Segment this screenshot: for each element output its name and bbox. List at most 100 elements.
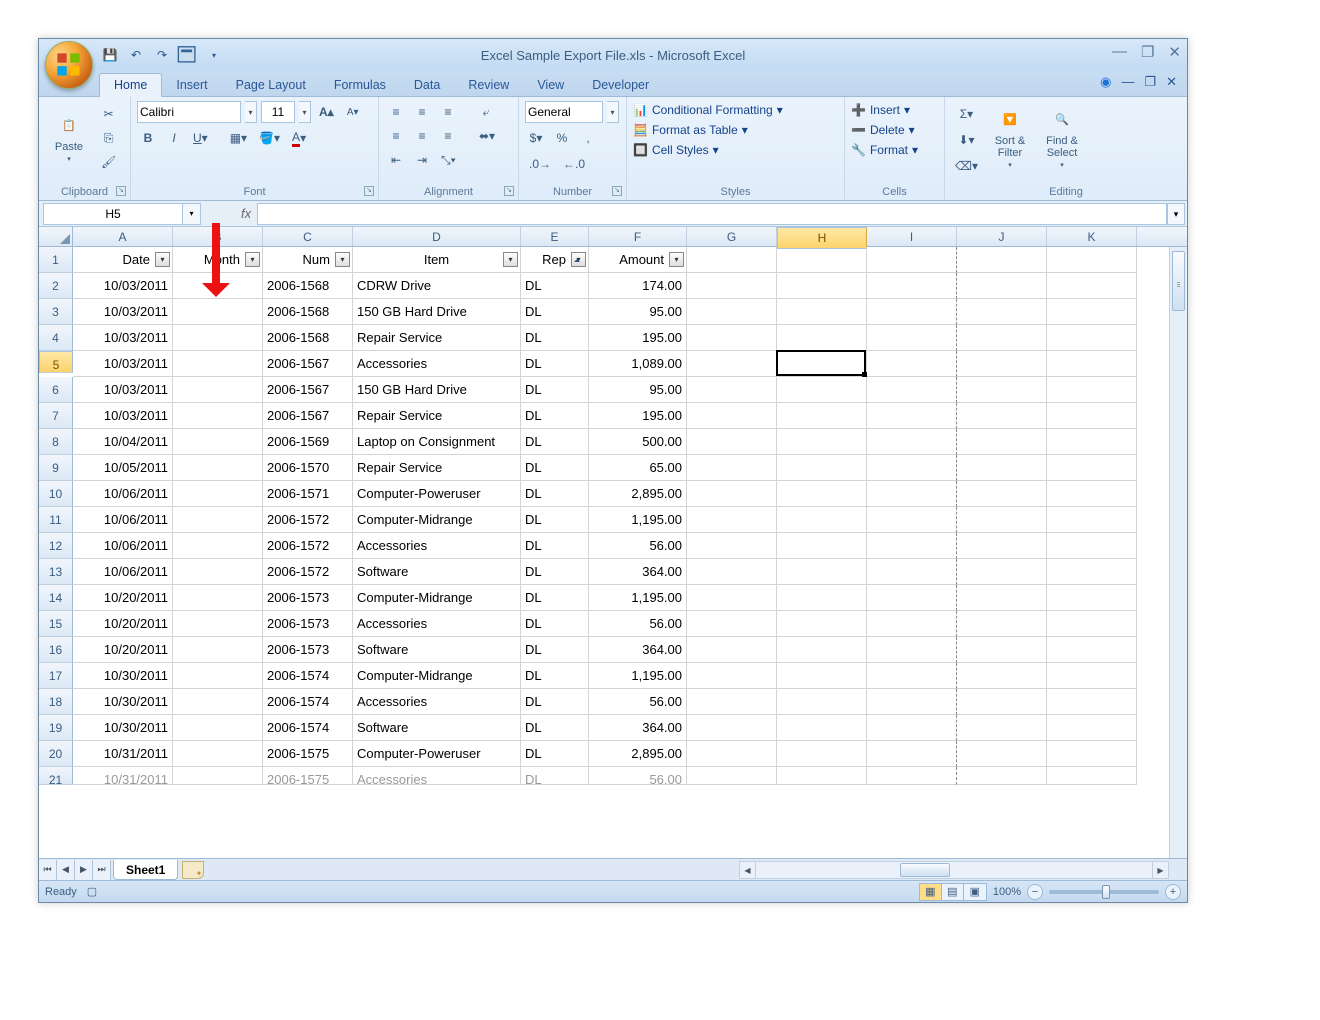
sort-filter-button[interactable]: 🔽 Sort & Filter▾ <box>986 101 1034 173</box>
column-header-G[interactable]: G <box>687 227 777 246</box>
column-header-J[interactable]: J <box>957 227 1047 246</box>
cell[interactable]: Computer-Poweruser <box>353 741 521 767</box>
column-header-D[interactable]: D <box>353 227 521 246</box>
font-name-combo[interactable] <box>137 101 241 123</box>
merge-center-icon[interactable]: ⬌▾ <box>475 125 499 147</box>
cell[interactable]: 10/03/2011 <box>73 299 173 325</box>
filter-button[interactable]: ▾ <box>503 252 518 267</box>
filter-button[interactable]: ▾ <box>571 252 586 267</box>
cell[interactable]: 2006-1568 <box>263 299 353 325</box>
cell[interactable] <box>1047 377 1137 403</box>
cell[interactable] <box>173 351 263 377</box>
cell[interactable] <box>687 767 777 785</box>
cell[interactable] <box>173 585 263 611</box>
cell[interactable] <box>867 689 957 715</box>
cell[interactable]: DL <box>521 741 589 767</box>
cell[interactable]: Accessories <box>353 611 521 637</box>
cell[interactable]: 2006-1575 <box>263 741 353 767</box>
filter-button[interactable]: ▾ <box>335 252 350 267</box>
clear-icon[interactable]: ⌫▾ <box>951 155 982 177</box>
column-header-A[interactable]: A <box>73 227 173 246</box>
cell[interactable]: 10/20/2011 <box>73 611 173 637</box>
ribbon-tab-view[interactable]: View <box>523 74 578 96</box>
row-header[interactable]: 9 <box>39 455 73 481</box>
cell[interactable] <box>957 403 1047 429</box>
table-header-month[interactable]: Month▾ <box>173 247 263 273</box>
cell[interactable]: 10/30/2011 <box>73 663 173 689</box>
autosum-icon[interactable]: Σ▾ <box>951 103 982 125</box>
cell[interactable] <box>867 299 957 325</box>
cell[interactable]: DL <box>521 689 589 715</box>
grow-font-icon[interactable]: A▴ <box>315 101 338 123</box>
cell[interactable]: 10/03/2011 <box>73 351 173 377</box>
row-header[interactable]: 15 <box>39 611 73 637</box>
row-header[interactable]: 3 <box>39 299 73 325</box>
cell[interactable]: 10/30/2011 <box>73 689 173 715</box>
cell[interactable] <box>173 689 263 715</box>
cell[interactable]: 364.00 <box>589 637 687 663</box>
cell[interactable] <box>867 377 957 403</box>
cell[interactable]: 364.00 <box>589 715 687 741</box>
cell[interactable] <box>777 507 867 533</box>
cell[interactable] <box>777 351 867 377</box>
filter-button[interactable]: ▾ <box>155 252 170 267</box>
cell[interactable]: 364.00 <box>589 559 687 585</box>
cell[interactable] <box>867 611 957 637</box>
cell[interactable] <box>777 663 867 689</box>
cell[interactable] <box>687 481 777 507</box>
cell[interactable]: 95.00 <box>589 377 687 403</box>
cell[interactable] <box>957 637 1047 663</box>
cell[interactable] <box>1047 585 1137 611</box>
cell[interactable]: DL <box>521 351 589 377</box>
row-header[interactable]: 13 <box>39 559 73 585</box>
help-icon[interactable]: ◉ <box>1100 74 1111 90</box>
row-header[interactable]: 16 <box>39 637 73 663</box>
cell[interactable] <box>957 715 1047 741</box>
cell[interactable] <box>687 455 777 481</box>
cell[interactable]: DL <box>521 585 589 611</box>
cell[interactable] <box>1047 325 1137 351</box>
cell[interactable]: 1,195.00 <box>589 507 687 533</box>
cell[interactable]: 2006-1572 <box>263 533 353 559</box>
cell[interactable] <box>957 663 1047 689</box>
cell[interactable] <box>687 637 777 663</box>
borders-icon[interactable]: ▦▾ <box>226 127 251 149</box>
row-header[interactable]: 17 <box>39 663 73 689</box>
ribbon-tab-insert[interactable]: Insert <box>162 74 221 96</box>
row-header[interactable]: 6 <box>39 377 73 403</box>
cell[interactable]: Computer-Poweruser <box>353 481 521 507</box>
cell[interactable] <box>173 377 263 403</box>
cell[interactable]: DL <box>521 299 589 325</box>
number-format-combo[interactable] <box>525 101 603 123</box>
view-normal-icon[interactable]: ▦ <box>920 884 942 900</box>
cell[interactable] <box>173 429 263 455</box>
cell[interactable] <box>867 507 957 533</box>
cut-icon[interactable]: ✂ <box>97 103 120 125</box>
cell[interactable]: 2006-1570 <box>263 455 353 481</box>
hscroll-right-icon[interactable]: ▶ <box>1152 862 1168 878</box>
row-header[interactable]: 8 <box>39 429 73 455</box>
column-header-H[interactable]: H <box>777 227 867 249</box>
wrap-text-icon[interactable]: ⤶ <box>475 101 497 123</box>
cell[interactable]: DL <box>521 637 589 663</box>
save-icon[interactable]: 💾 <box>99 44 121 66</box>
view-layout-icon[interactable]: ▤ <box>942 884 964 900</box>
cell[interactable]: 2006-1567 <box>263 403 353 429</box>
increase-indent-icon[interactable]: ⇥ <box>411 149 433 171</box>
cell[interactable] <box>777 585 867 611</box>
cell[interactable] <box>687 663 777 689</box>
cell[interactable] <box>687 689 777 715</box>
cell[interactable]: 56.00 <box>589 767 687 785</box>
cell[interactable] <box>777 273 867 299</box>
cell[interactable] <box>957 325 1047 351</box>
cell[interactable] <box>867 403 957 429</box>
cell[interactable] <box>957 247 1047 273</box>
cell[interactable]: 2006-1569 <box>263 429 353 455</box>
currency-icon[interactable]: $▾ <box>525 127 547 149</box>
redo-icon[interactable]: ↷ <box>151 44 173 66</box>
cell[interactable] <box>867 715 957 741</box>
cell[interactable] <box>777 637 867 663</box>
format-as-table-button[interactable]: 🧮 Format as Table ▾ <box>633 123 838 137</box>
cell[interactable] <box>1047 247 1137 273</box>
decrease-indent-icon[interactable]: ⇤ <box>385 149 407 171</box>
